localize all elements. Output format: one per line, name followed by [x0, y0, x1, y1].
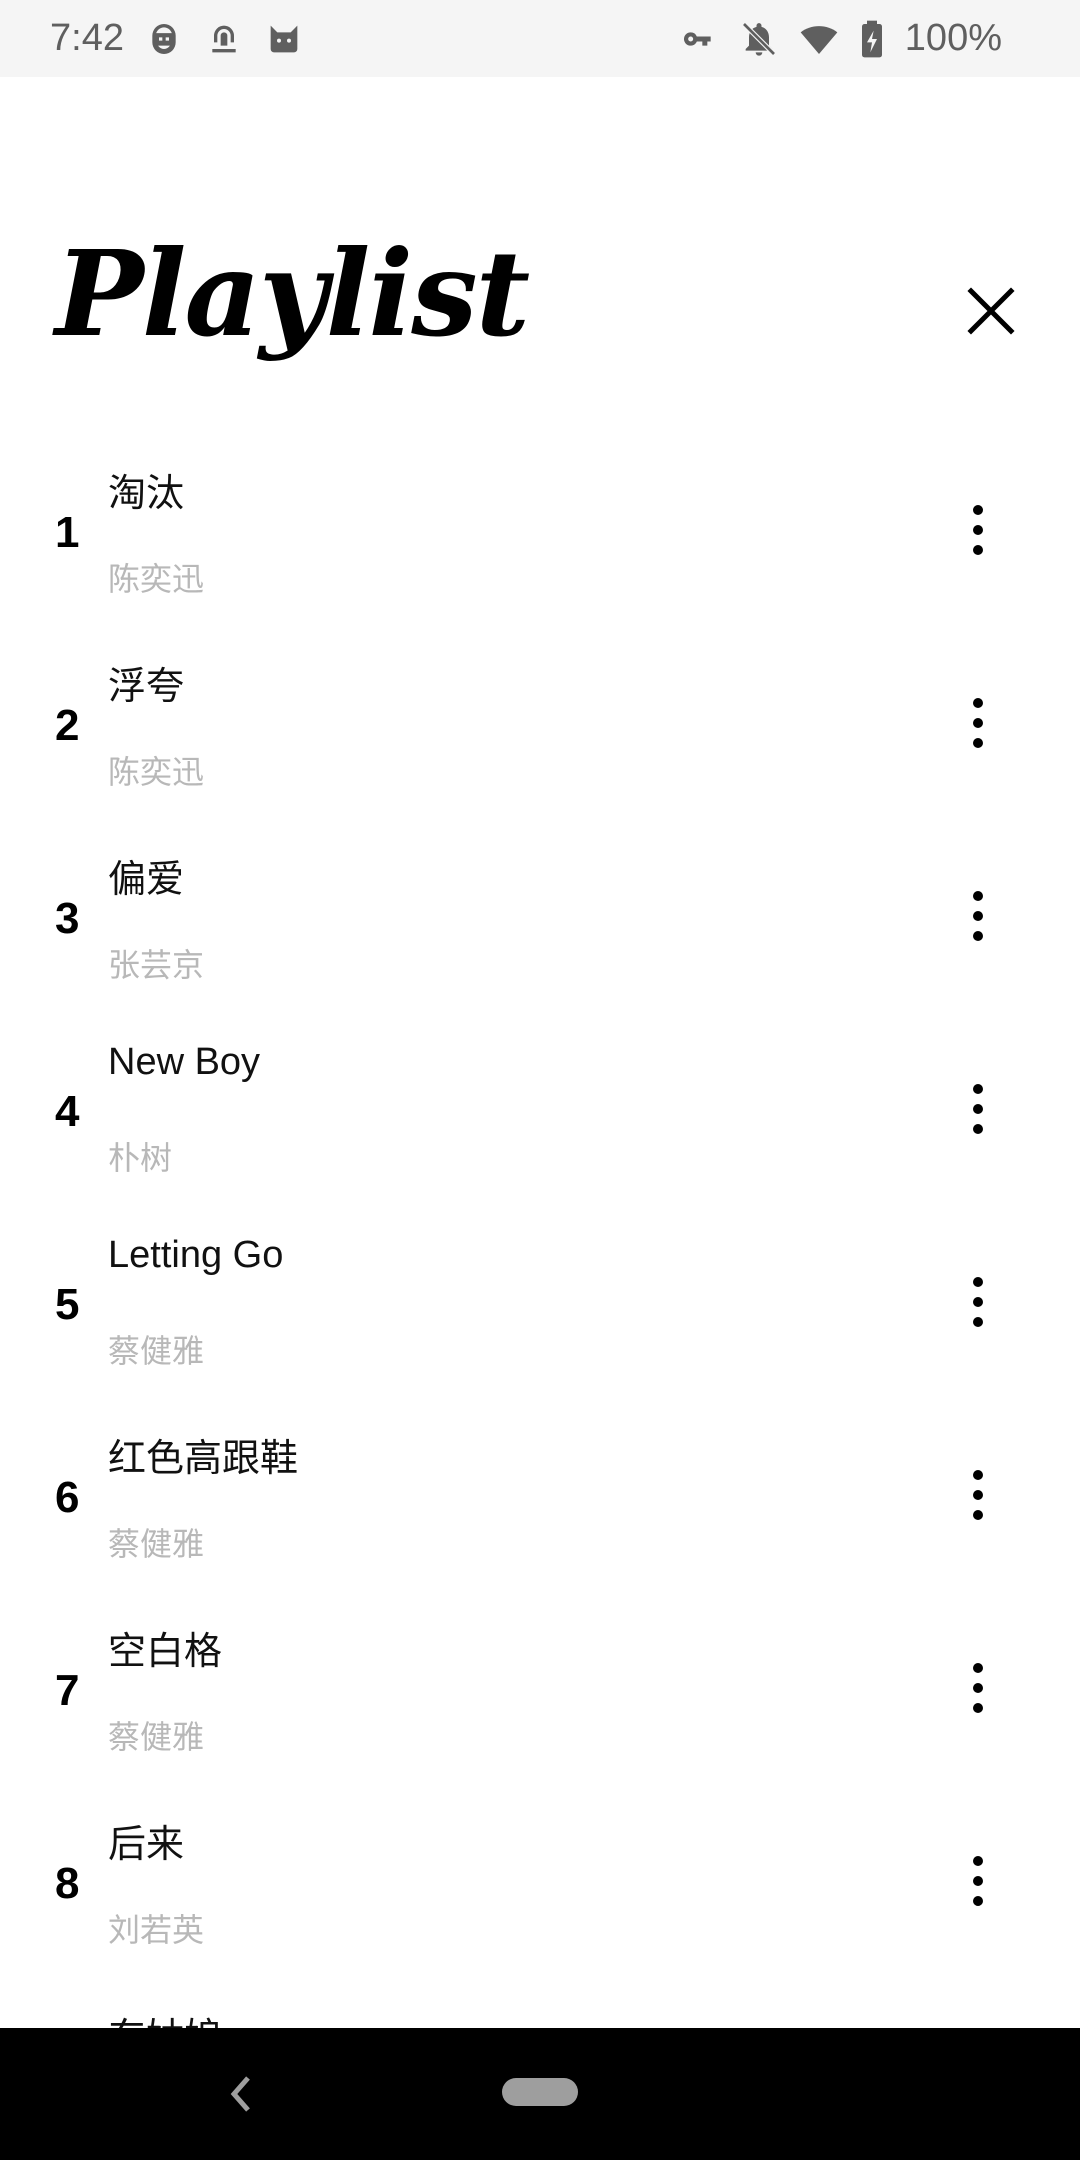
track-title: 偏爱	[108, 859, 185, 901]
more-vert-icon	[973, 505, 983, 555]
track-title: Letting Go	[108, 1234, 284, 1276]
track-number: 5	[55, 1280, 80, 1329]
track-artist: 张芸京	[108, 947, 205, 983]
page-title: Playlist	[55, 224, 530, 363]
more-options-button[interactable]	[958, 498, 998, 562]
close-button[interactable]	[965, 285, 1017, 337]
battery-percent: 100%	[904, 17, 1002, 59]
playlist-row[interactable]: 9 东姑娘	[0, 1992, 1080, 2028]
track-artist: 陈奕迅	[108, 561, 205, 597]
track-title: 淘汰	[108, 473, 185, 515]
track-title: 空白格	[108, 1631, 223, 1673]
home-button[interactable]	[502, 2078, 578, 2106]
wifi-icon	[799, 19, 839, 59]
more-vert-icon	[973, 1663, 983, 1713]
battery-charging-icon	[859, 19, 885, 59]
more-options-button[interactable]	[958, 1270, 998, 1334]
track-number: 7	[55, 1666, 80, 1715]
playlist: 1 淘汰 陈奕迅 2 浮夸 陈奕迅 3 偏爱 张芸京 4 New Boy 朴树 …	[0, 448, 1080, 2028]
playlist-row[interactable]: 8 后来 刘若英	[0, 1799, 1080, 1992]
status-right: 100%	[679, 17, 1002, 60]
more-vert-icon	[973, 891, 983, 941]
vpn-key-icon	[679, 19, 719, 59]
track-title: 东姑娘	[108, 2006, 222, 2028]
playlist-row[interactable]: 1 淘汰 陈奕迅	[0, 448, 1080, 641]
track-number: 6	[55, 1473, 80, 1522]
playlist-row[interactable]: 3 偏爱 张芸京	[0, 834, 1080, 1027]
close-icon	[967, 287, 1015, 335]
more-options-button[interactable]	[958, 1656, 998, 1720]
more-options-button[interactable]	[958, 884, 998, 948]
track-number: 1	[55, 508, 80, 557]
track-artist: 蔡健雅	[108, 1526, 205, 1562]
track-number: 3	[55, 894, 80, 943]
track-title: New Boy	[108, 1041, 261, 1083]
playlist-row[interactable]: 7 空白格 蔡健雅	[0, 1606, 1080, 1799]
fingerprint-app-icon	[204, 19, 244, 59]
more-vert-icon	[973, 698, 983, 748]
status-left: 7:42	[50, 17, 304, 60]
playlist-row[interactable]: 6 红色高跟鞋 蔡健雅	[0, 1413, 1080, 1606]
track-number: 4	[55, 1087, 80, 1136]
more-vert-icon	[973, 1084, 983, 1134]
more-options-button[interactable]	[958, 1077, 998, 1141]
track-title: 浮夸	[108, 666, 185, 708]
track-title: 红色高跟鞋	[108, 1438, 299, 1480]
track-number: 8	[55, 1859, 80, 1908]
more-options-button[interactable]	[958, 1463, 998, 1527]
track-artist: 朴树	[108, 1140, 173, 1176]
more-vert-icon	[973, 1277, 983, 1327]
more-vert-icon	[973, 1856, 983, 1906]
track-artist: 蔡健雅	[108, 1719, 205, 1755]
playlist-row[interactable]: 4 New Boy 朴树	[0, 1027, 1080, 1220]
status-time: 7:42	[50, 17, 124, 59]
track-title: 后来	[108, 1824, 185, 1866]
back-button[interactable]	[222, 2064, 258, 2124]
track-artist: 陈奕迅	[108, 754, 205, 790]
cat-icon	[264, 19, 304, 59]
track-artist: 蔡健雅	[108, 1333, 205, 1369]
playlist-row[interactable]: 2 浮夸 陈奕迅	[0, 641, 1080, 834]
notifications-off-icon	[739, 19, 779, 59]
status-bar: 7:42 100%	[0, 0, 1080, 77]
back-chevron-icon	[230, 2076, 250, 2112]
navigation-bar	[0, 2028, 1080, 2160]
more-options-button[interactable]	[958, 1849, 998, 1913]
playlist-row[interactable]: 5 Letting Go 蔡健雅	[0, 1220, 1080, 1413]
face-icon	[144, 19, 184, 59]
more-options-button[interactable]	[958, 691, 998, 755]
track-number: 2	[55, 701, 80, 750]
track-artist: 刘若英	[108, 1912, 205, 1948]
more-vert-icon	[973, 1470, 983, 1520]
